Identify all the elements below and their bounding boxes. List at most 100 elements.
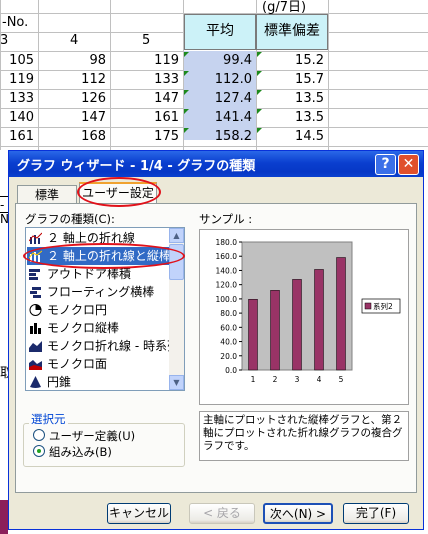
no-label: ‐No.	[2, 15, 29, 30]
chart-bar	[270, 290, 280, 371]
col-header-4: 4	[70, 33, 79, 48]
source-group-label: 選択元	[29, 411, 68, 427]
legend-swatch	[364, 302, 372, 310]
x-tick-label: 4	[317, 375, 322, 384]
cell[interactable]: 119	[0, 71, 34, 89]
cell[interactable]: 147	[40, 109, 106, 127]
y-tick-label: 180.0	[216, 238, 238, 247]
radio-built-in[interactable]	[33, 445, 45, 457]
sd-header-cell[interactable]: 標準偏差	[256, 14, 328, 50]
list-item[interactable]: モノクロ縦棒	[27, 319, 170, 337]
x-tick-label: 2	[273, 375, 278, 384]
title-bar[interactable]: グラフ ウィザード - 1/4 - グラフの種類 ? ✕	[9, 151, 423, 177]
back-button[interactable]: < 戻る	[189, 503, 255, 524]
sd-cell[interactable]: 15.7	[258, 71, 324, 89]
fragment-text: 取	[0, 366, 8, 381]
outdoor-bar-icon	[29, 269, 40, 280]
list-label: グラフの種類(C):	[25, 212, 115, 226]
radio-user-label: ユーザー定義(U)	[49, 429, 136, 443]
chart-bar	[292, 279, 302, 371]
mean-cell[interactable]: 158.2	[185, 128, 252, 146]
cell[interactable]: 175	[112, 128, 179, 146]
unit-label: (g/7日)	[262, 0, 307, 15]
floating-bar-icon	[30, 287, 41, 298]
next-button[interactable]: 次へ(N) >	[263, 503, 333, 524]
cancel-button[interactable]: キャンセル	[107, 503, 171, 524]
cell[interactable]: 98	[40, 52, 106, 70]
chart-bar	[314, 269, 324, 371]
mean-cell[interactable]: 127.4	[185, 90, 252, 108]
cell[interactable]: 119	[112, 52, 179, 70]
error-indicator	[257, 109, 262, 114]
mono-column-icon	[30, 323, 41, 334]
y-tick-label: 0.0	[225, 366, 237, 375]
mean-header-cell[interactable]: 平均	[184, 14, 256, 50]
list-item-label: モノクロ折れ線 - 時系列	[47, 339, 179, 353]
y-tick-label: 100.0	[216, 295, 238, 304]
mean-cell[interactable]: 99.4	[185, 52, 252, 70]
error-indicator	[184, 52, 189, 57]
chart-fragment	[0, 500, 8, 534]
y-tick-label: 20.0	[220, 352, 237, 361]
mono-area-icon	[29, 360, 42, 370]
dialog-title: グラフ ウィザード - 1/4 - グラフの種類	[17, 159, 256, 174]
cell[interactable]: 133	[0, 90, 34, 108]
list-item-label: モノクロ円	[47, 303, 108, 317]
sd-cell[interactable]: 15.2	[258, 52, 324, 70]
sample-preview: 0.0 20.0 40.0 60.0 80.0 100.0 120.0 140.0 160.0 1…	[199, 229, 409, 405]
x-tick-label: 5	[339, 375, 344, 384]
mean-cell[interactable]: 141.4	[185, 109, 252, 127]
chart-bar	[336, 257, 346, 371]
cell[interactable]: 126	[40, 90, 106, 108]
list-item[interactable]: モノクロ円	[27, 301, 170, 319]
error-indicator	[257, 128, 262, 133]
error-indicator	[257, 90, 262, 95]
cell[interactable]: 105	[0, 52, 34, 70]
y-tick-label: 140.0	[216, 266, 238, 275]
cell[interactable]: 133	[112, 71, 179, 89]
help-button[interactable]: ?	[375, 154, 396, 175]
radio-builtin-label: 組み込み(B)	[49, 445, 112, 459]
radio-user-defined[interactable]	[33, 429, 45, 441]
sd-cell[interactable]: 13.5	[258, 109, 324, 127]
dual-axis-line-icon	[29, 232, 42, 244]
mono-line-icon	[29, 341, 42, 352]
error-indicator	[184, 90, 189, 95]
y-tick-label: 60.0	[220, 323, 237, 332]
mean-cell[interactable]: 112.0	[185, 71, 252, 89]
y-tick-label: 40.0	[220, 338, 237, 347]
y-tick-label: 160.0	[216, 252, 238, 261]
legend-label: 系列2	[373, 301, 393, 311]
x-tick-label: 1	[251, 375, 256, 384]
tab-standard[interactable]: 標準	[17, 185, 77, 205]
cell[interactable]: 147	[112, 90, 179, 108]
sd-cell[interactable]: 13.5	[258, 90, 324, 108]
cell[interactable]: 161	[112, 109, 179, 127]
sd-cell[interactable]: 14.5	[258, 128, 324, 146]
scroll-down-button[interactable]: ▼	[169, 375, 184, 390]
list-item[interactable]: フローティング横棒	[27, 283, 170, 301]
cell[interactable]: 168	[40, 128, 106, 146]
highlight-circle-item	[23, 243, 185, 269]
error-indicator	[257, 52, 262, 57]
finish-button[interactable]: 完了(F)	[343, 503, 409, 524]
list-item-label: フローティング横棒	[47, 285, 155, 299]
close-button[interactable]: ✕	[398, 154, 419, 175]
cell[interactable]: 112	[40, 71, 106, 89]
close-icon: ✕	[402, 156, 415, 172]
list-item[interactable]: モノクロ面	[27, 355, 170, 373]
scroll-up-button[interactable]: ▲	[169, 228, 184, 243]
y-tick-label: 120.0	[216, 281, 238, 290]
cell[interactable]: 140	[0, 109, 34, 127]
error-indicator	[257, 71, 262, 76]
cell[interactable]: 161	[0, 128, 34, 146]
grid-line	[0, 146, 428, 147]
chart-description: 主軸にプロットされた縦棒グラフと、第２軸にプロットされた折れ線グラフの複合グラフ…	[199, 411, 409, 461]
x-tick-label: 3	[295, 375, 300, 384]
border-line	[0, 212, 8, 213]
list-item[interactable]: モノクロ折れ線 - 時系列	[27, 337, 179, 355]
radio-dot	[37, 449, 41, 453]
chart-bar	[248, 299, 258, 371]
sample-chart: 0.0 20.0 40.0 60.0 80.0 100.0 120.0 140.0 160.0 1…	[216, 238, 401, 384]
list-item[interactable]: 円錐	[27, 373, 170, 390]
